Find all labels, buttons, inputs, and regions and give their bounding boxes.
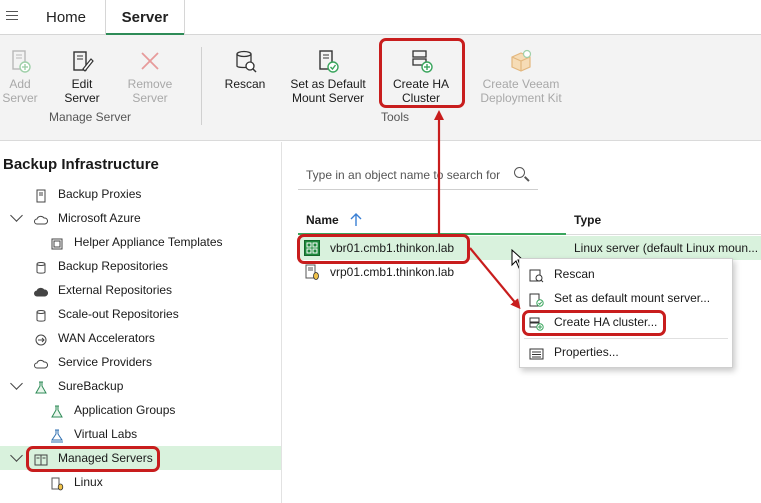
column-header-name[interactable]: Name — [306, 208, 362, 232]
pane-divider — [281, 142, 282, 503]
cloud-storage-icon — [34, 283, 49, 297]
group-manage-server-label: Manage Server — [48, 110, 132, 124]
provider-cloud-icon — [34, 355, 49, 369]
tree-item-label: WAN Accelerators — [58, 331, 155, 345]
remove-server-button[interactable]: Remove Server — [124, 45, 176, 105]
tree-item-linux[interactable]: Linux — [0, 470, 281, 494]
rescan-icon — [529, 267, 544, 283]
cloud-icon — [34, 211, 49, 225]
database-icon — [34, 259, 48, 274]
create-deployment-kit-button[interactable]: Create Veeam Deployment Kit — [476, 45, 566, 105]
edit-server-button[interactable]: Edit Server — [60, 45, 104, 105]
edit-server-icon — [70, 49, 94, 73]
remove-icon — [138, 49, 162, 73]
highlight-create-ha-cluster-button — [379, 38, 465, 108]
ribbon-separator — [201, 47, 202, 125]
menu-icon[interactable] — [6, 11, 18, 23]
tree-item-application-groups[interactable]: Application Groups — [0, 398, 281, 422]
set-default-mount-button[interactable]: Set as Default Mount Server — [288, 45, 368, 105]
menu-item-label: Set as default mount server... — [554, 291, 711, 305]
add-server-button[interactable]: Add Server — [2, 45, 38, 105]
tree-item-label: External Repositories — [58, 283, 173, 297]
rescan-icon — [233, 49, 257, 73]
search-input[interactable]: Type in an object name to search for — [306, 168, 500, 182]
create-deployment-kit-label: Create Veeam Deployment Kit — [480, 77, 562, 105]
remove-server-label: Remove Server — [127, 77, 173, 105]
tab-home[interactable]: Home — [27, 0, 105, 35]
chevron-down-icon[interactable] — [10, 209, 23, 222]
highlight-selected-server — [297, 234, 470, 264]
tree-item-scale-out-repositories[interactable]: Scale-out Repositories — [0, 302, 281, 326]
highlight-create-ha-cluster-menu — [522, 310, 666, 336]
linux-icon — [50, 475, 64, 491]
chevron-down-icon[interactable] — [10, 449, 23, 462]
menu-item-set-default-mount[interactable]: Set as default mount server... — [520, 286, 732, 310]
tree-item-label: Helper Appliance Templates — [74, 235, 223, 249]
sort-ascending-icon — [350, 213, 362, 226]
edit-server-label: Edit Server — [64, 77, 100, 105]
tree-item-label: Backup Repositories — [58, 259, 169, 273]
mount-server-icon — [529, 291, 544, 307]
menu-item-properties[interactable]: Properties... — [520, 340, 732, 364]
rescan-label: Rescan — [224, 77, 266, 91]
tree-title: Backup Infrastructure — [3, 156, 159, 173]
tree-item-backup-repositories[interactable]: Backup Repositories — [0, 254, 281, 278]
tree-item-label: Microsoft Azure — [58, 211, 141, 225]
add-server-icon — [8, 49, 32, 73]
set-default-mount-label: Set as Default Mount Server — [290, 77, 366, 105]
flask-icon — [50, 403, 64, 418]
template-icon — [50, 235, 64, 250]
menu-item-rescan[interactable]: Rescan — [520, 262, 732, 286]
add-server-label: Add Server — [2, 77, 38, 105]
tree-item-surebackup[interactable]: SureBackup — [0, 374, 281, 398]
tree-item-label: Virtual Labs — [74, 427, 138, 441]
rescan-button[interactable]: Rescan — [222, 45, 268, 91]
column-header-type[interactable]: Type — [574, 208, 601, 232]
row-type: Linux server (default Linux moun... — [574, 241, 759, 255]
server-icon — [34, 187, 48, 203]
mount-server-icon — [316, 49, 340, 73]
lab-icon — [50, 427, 64, 443]
tree-item-label: Scale-out Repositories — [58, 307, 179, 321]
tree-item-service-providers[interactable]: Service Providers — [0, 350, 281, 374]
tree-item-label: Linux — [74, 475, 103, 489]
group-tools-label: Tools — [380, 110, 409, 124]
wan-icon — [34, 331, 48, 346]
menu-item-label: Properties... — [554, 345, 619, 359]
chevron-down-icon[interactable] — [10, 377, 23, 390]
search-icon[interactable] — [514, 167, 525, 178]
tree-item-label: Service Providers — [58, 355, 153, 369]
flask-icon — [34, 379, 48, 394]
tree-item-microsoft-azure[interactable]: Microsoft Azure — [0, 206, 281, 230]
linux-server-icon — [304, 264, 320, 280]
veeam-console: Home Server Add Server Edit Server Remov… — [0, 0, 761, 503]
tree-item-label: Application Groups — [74, 403, 176, 417]
column-name-label: Name — [306, 213, 339, 227]
ribbon-tab-bar: Home Server — [0, 0, 761, 36]
tree-item-helper-appliance-templates[interactable]: Helper Appliance Templates — [0, 230, 281, 254]
tree-item-label: Backup Proxies — [58, 187, 142, 201]
tab-server[interactable]: Server — [105, 0, 185, 36]
menu-separator — [524, 338, 728, 339]
properties-icon — [529, 345, 544, 360]
highlight-managed-servers — [26, 446, 160, 472]
tree-item-label: SureBackup — [58, 379, 124, 393]
tree-item-backup-proxies[interactable]: Backup Proxies — [0, 182, 281, 206]
scaleout-icon — [34, 307, 48, 322]
tree-item-wan-accelerators[interactable]: WAN Accelerators — [0, 326, 281, 350]
menu-item-label: Rescan — [554, 267, 595, 281]
tree-item-virtual-labs[interactable]: Virtual Labs — [0, 422, 281, 446]
deployment-kit-icon — [509, 49, 533, 73]
tree-item-external-repositories[interactable]: External Repositories — [0, 278, 281, 302]
search-box[interactable]: Type in an object name to search for — [298, 162, 538, 190]
